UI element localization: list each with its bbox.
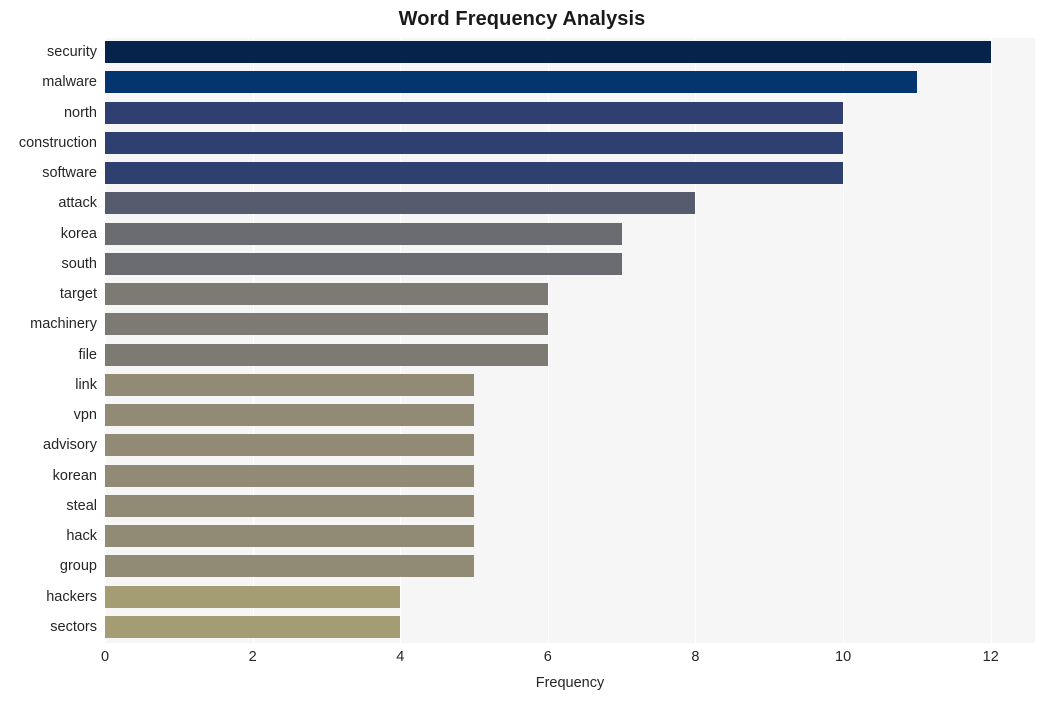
bar-row — [105, 129, 1035, 157]
y-tick-label-hackers: hackers — [46, 588, 97, 605]
x-tick-label-4: 4 — [396, 649, 405, 665]
bar-row — [105, 462, 1035, 490]
chart-title: Word Frequency Analysis — [398, 8, 646, 30]
bar-advisory — [105, 434, 475, 457]
bar-north — [105, 101, 844, 124]
x-tick-label-10: 10 — [835, 649, 852, 665]
bar-file — [105, 343, 548, 366]
word-frequency-chart: Word Frequency Analysis security malware n… — [0, 0, 1044, 701]
bar-vpn — [105, 404, 475, 426]
bar-korean — [105, 464, 475, 487]
y-tick-label-steal: steal — [66, 497, 97, 514]
y-tick-label-attack: attack — [58, 195, 97, 212]
y-tick-label-security: security — [47, 44, 97, 60]
y-tick-label-advisory: advisory — [43, 437, 97, 454]
bar-row — [105, 583, 1035, 611]
bar-link — [105, 373, 475, 396]
bar-row — [105, 341, 1035, 369]
y-tick-label-hack: hack — [66, 528, 97, 544]
bar-row — [105, 99, 1035, 127]
x-axis-label: Frequency — [535, 675, 605, 691]
bar-construction — [105, 131, 844, 154]
bar-row — [105, 68, 1035, 96]
bar-row — [105, 371, 1035, 399]
bar-row — [105, 250, 1035, 278]
bar-steal — [105, 494, 475, 517]
y-tick-label-north: north — [63, 104, 97, 121]
bar-machinery — [105, 313, 548, 336]
x-tick-label-2: 2 — [248, 649, 257, 665]
bar-row — [105, 492, 1035, 520]
bar-target — [105, 283, 548, 305]
y-tick-label-malware: malware — [42, 74, 97, 91]
y-tick-label-group: group — [59, 558, 97, 575]
bar-attack — [105, 192, 696, 215]
bar-group — [105, 555, 475, 578]
bar-row — [105, 310, 1035, 338]
bar-sectors — [105, 615, 401, 638]
x-tick-label-0: 0 — [100, 649, 110, 665]
bar-software — [105, 162, 844, 184]
bar-hack — [105, 525, 475, 547]
bar-row — [105, 38, 1035, 66]
y-tick-label-link: link — [75, 376, 97, 393]
y-tick-label-target: target — [59, 286, 97, 302]
y-tick-label-korean: korean — [52, 467, 97, 484]
bar-korea — [105, 222, 622, 245]
bar-malware — [105, 71, 917, 94]
bar-row — [105, 613, 1035, 641]
y-tick-label-file: file — [78, 346, 97, 363]
bar-row — [105, 431, 1035, 459]
bar-row — [105, 552, 1035, 580]
bar-row — [105, 159, 1035, 187]
y-tick-label-software: software — [42, 165, 97, 181]
y-tick-label-machinery: machinery — [30, 316, 97, 333]
y-tick-label-korea: korea — [60, 225, 97, 242]
y-tick-label-construction: construction — [18, 134, 97, 151]
bar-row — [105, 401, 1035, 429]
bar-row — [105, 522, 1035, 550]
x-tick-label-8: 8 — [691, 649, 700, 665]
bar-row — [105, 280, 1035, 308]
bar-row — [105, 220, 1035, 248]
y-tick-label-vpn: vpn — [73, 407, 97, 423]
plot-area — [105, 38, 1035, 643]
bar-south — [105, 252, 622, 275]
x-tick-label-6: 6 — [543, 649, 552, 665]
x-tick-label-12: 12 — [982, 649, 999, 665]
bar-security — [105, 41, 991, 63]
y-tick-label-sectors: sectors — [50, 618, 97, 635]
bar-row — [105, 189, 1035, 217]
y-tick-label-south: south — [61, 255, 97, 272]
bar-hackers — [105, 585, 401, 608]
